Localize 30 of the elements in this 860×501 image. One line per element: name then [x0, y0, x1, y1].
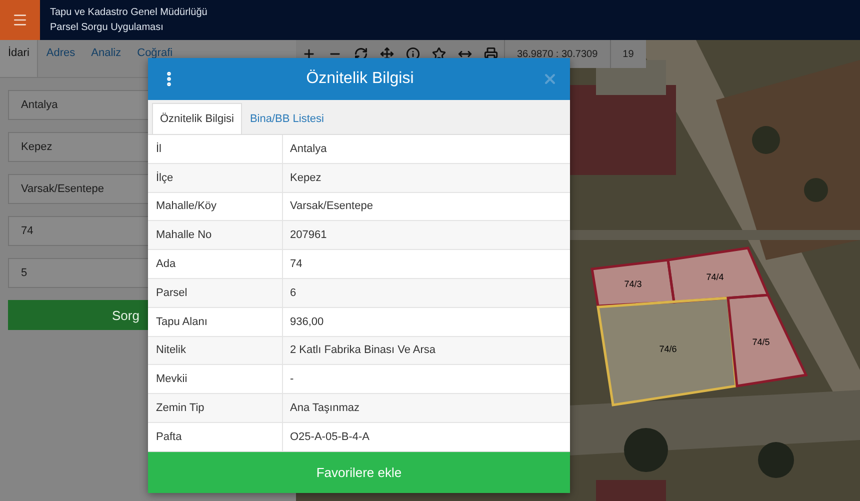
- attribute-value: Varsak/Esentepe: [289, 199, 374, 214]
- parcel-label: 74/3: [624, 279, 642, 289]
- parcel-label: 74/6: [659, 344, 677, 354]
- dialog-title: Öznitelik Bilgisi: [305, 70, 415, 88]
- attribute-label: Parsel: [148, 278, 283, 307]
- parcel-label: 74/5: [752, 337, 770, 347]
- attribute-label: Mevkii: [148, 365, 283, 394]
- attribute-value: O25-A-05-B-4-A: [289, 430, 370, 445]
- parcel-label: 74/4: [706, 272, 724, 282]
- attribute-value: Kepez: [289, 170, 322, 186]
- attribute-label: İlçe: [148, 164, 283, 192]
- attribute-value: 936,00: [289, 314, 325, 330]
- attribute-value: Ana Taşınmaz: [289, 401, 361, 416]
- attribute-value: 2 Katlı Fabrika Binası Ve Arsa: [289, 343, 437, 358]
- attribute-value: 74: [289, 257, 304, 272]
- app-subtitle: Parsel Sorgu Uygulaması: [50, 22, 164, 33]
- attribute-label: Zemin Tip: [148, 394, 283, 422]
- attribute-label: Pafta: [148, 422, 283, 451]
- zoom-level: 19: [610, 40, 646, 68]
- attribute-value: -: [289, 372, 295, 388]
- attribute-label: Ada: [148, 250, 283, 278]
- attribute-label: İl: [148, 135, 283, 163]
- attribute-value: 6: [289, 286, 298, 301]
- attribute-value: Antalya: [289, 142, 328, 157]
- attribute-value: 207961: [289, 228, 328, 244]
- attribute-label: Nitelik: [148, 336, 283, 364]
- attribute-label: Mahalle/Köy: [148, 192, 283, 220]
- attribute-label: Tapu Alanı: [148, 308, 283, 336]
- attribute-label: Mahalle No: [148, 221, 283, 250]
- app-title: Tapu ve Kadastro Genel Müdürlüğü: [50, 7, 208, 18]
